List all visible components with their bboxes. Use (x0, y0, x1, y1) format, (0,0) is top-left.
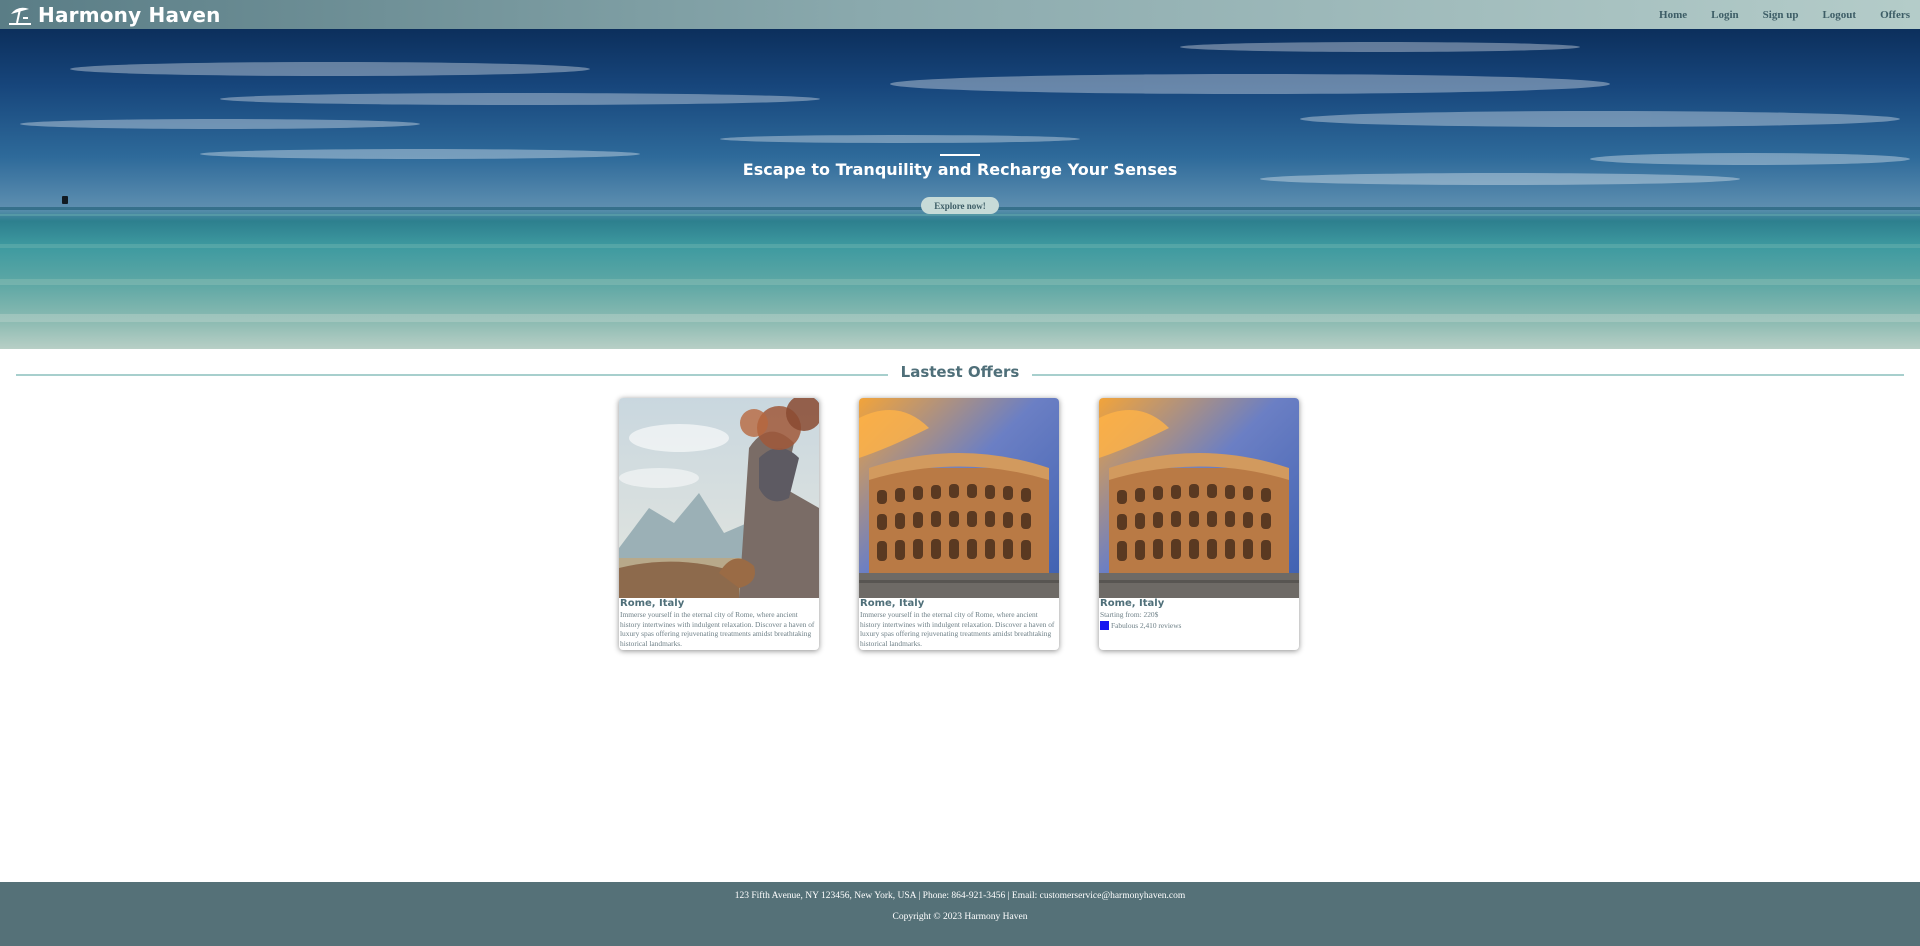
hero-divider (940, 154, 980, 156)
offer-rating: Fabulous 2,410 reviews (1100, 621, 1298, 631)
offer-card-title: Rome, Italy (1100, 598, 1165, 609)
section-divider-right (1032, 374, 1904, 376)
nav-link-offers[interactable]: Offers (1880, 9, 1910, 21)
nav-link-signup[interactable]: Sign up (1763, 9, 1799, 21)
rating-text: Fabulous 2,410 reviews (1111, 620, 1182, 630)
offer-card-title: Rome, Italy (620, 598, 685, 609)
nav-link-logout[interactable]: Logout (1822, 9, 1856, 21)
offer-price: Starting from: 220$ (1100, 610, 1159, 619)
footer-copyright: Copyright © 2023 Harmony Haven (892, 912, 1028, 922)
offer-image-landscape (619, 398, 819, 598)
explore-button[interactable]: Explore now! (921, 197, 999, 214)
offer-card-title: Rome, Italy (860, 598, 925, 609)
brand-title: Harmony Haven (38, 2, 221, 27)
rating-badge (1100, 620, 1109, 630)
footer-contact: 123 Fifth Avenue, NY 123456, New York, U… (734, 891, 1186, 901)
offer-card-description: Immerse yourself in the eternal city of … (860, 610, 1055, 648)
offer-card[interactable]: Rome, Italy Starting from: 220$ Fabulous… (1099, 398, 1299, 650)
offer-image-colosseum (1099, 398, 1299, 598)
nav-links: Home Login Sign up Logout Offers (1635, 9, 1910, 21)
offer-cards: Rome, Italy Immerse yourself in the eter… (619, 398, 1302, 650)
hero-banner: Escape to Tranquility and Recharge Your … (0, 29, 1920, 349)
beach-umbrella-icon (9, 7, 31, 25)
nav-link-home[interactable]: Home (1659, 9, 1687, 21)
offer-card[interactable]: Rome, Italy Immerse yourself in the eter… (859, 398, 1059, 650)
offers-heading: Lastest Offers (900, 363, 1020, 381)
footer: 123 Fifth Avenue, NY 123456, New York, U… (0, 882, 1920, 946)
nav-link-login[interactable]: Login (1711, 9, 1739, 21)
brand[interactable]: Harmony Haven (8, 3, 221, 27)
navbar: Harmony Haven Home Login Sign up Logout … (0, 0, 1920, 29)
offer-card[interactable]: Rome, Italy Immerse yourself in the eter… (619, 398, 819, 650)
hero-title: Escape to Tranquility and Recharge Your … (742, 160, 1178, 179)
hero-ocean-image (0, 42, 1920, 322)
offer-card-description: Immerse yourself in the eternal city of … (620, 610, 815, 648)
offer-image-colosseum (859, 398, 1059, 598)
offer-card-meta: Starting from: 220$ Fabulous 2,410 revie… (1100, 610, 1298, 630)
offers-section-header: Lastest Offers (16, 363, 1904, 385)
buoy-marker (62, 196, 68, 204)
